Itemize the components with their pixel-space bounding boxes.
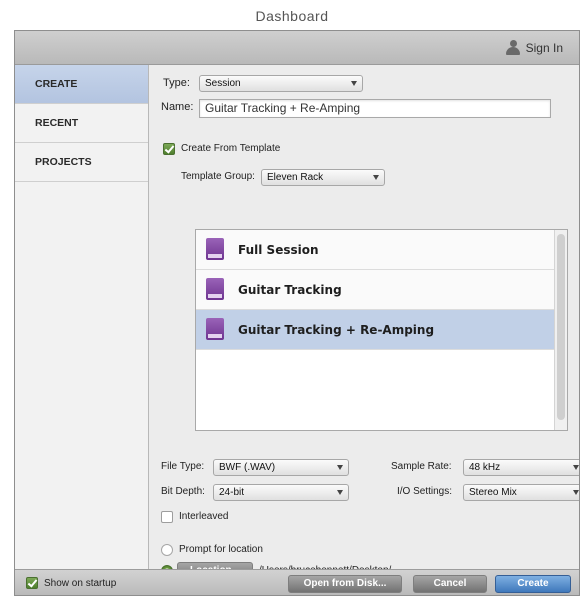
open-from-disk-button[interactable]: Open from Disk... bbox=[288, 575, 402, 593]
file-type-label: File Type: bbox=[161, 461, 205, 472]
sample-rate-select-value: 48 kHz bbox=[469, 462, 501, 473]
template-file-icon bbox=[206, 238, 224, 260]
interleaved-checkbox[interactable] bbox=[161, 511, 173, 523]
scrollbar-thumb[interactable] bbox=[557, 234, 565, 420]
top-bar: Sign In bbox=[15, 31, 579, 65]
chevron-down-icon bbox=[373, 175, 379, 180]
sample-rate-select[interactable]: 48 kHz bbox=[463, 459, 579, 476]
prompt-location-radio[interactable] bbox=[161, 544, 173, 556]
create-panel: Type: Session Name: Guitar Tracking + Re… bbox=[149, 65, 579, 580]
interleaved-label: Interleaved bbox=[179, 511, 229, 522]
bit-depth-select[interactable]: 24-bit bbox=[213, 484, 349, 501]
window-title: Dashboard bbox=[0, 0, 584, 30]
chevron-down-icon bbox=[573, 465, 579, 470]
show-on-startup-label: Show on startup bbox=[44, 578, 117, 589]
cancel-button[interactable]: Cancel bbox=[413, 575, 487, 593]
template-group-label: Template Group: bbox=[181, 171, 255, 182]
chevron-down-icon bbox=[337, 465, 343, 470]
template-list-scrollbar[interactable] bbox=[554, 230, 567, 430]
sign-in-label: Sign In bbox=[525, 40, 563, 55]
chevron-down-icon bbox=[573, 490, 579, 495]
sidebar: CREATE RECENT PROJECTS bbox=[15, 65, 149, 569]
type-label: Type: bbox=[163, 77, 190, 89]
template-item-selected[interactable]: Guitar Tracking + Re-Amping bbox=[196, 310, 554, 350]
name-field[interactable]: Guitar Tracking + Re-Amping bbox=[199, 99, 551, 118]
io-settings-select[interactable]: Stereo Mix bbox=[463, 484, 579, 501]
sidebar-item-recent[interactable]: RECENT bbox=[15, 104, 148, 143]
prompt-location-label: Prompt for location bbox=[179, 544, 263, 555]
type-select-value: Session bbox=[205, 78, 241, 89]
dashboard-window: Sign In CREATE RECENT PROJECTS Type: Ses… bbox=[14, 30, 580, 596]
bit-depth-label: Bit Depth: bbox=[161, 486, 205, 497]
io-settings-select-value: Stereo Mix bbox=[469, 487, 517, 498]
template-item[interactable]: Full Session bbox=[196, 230, 554, 270]
file-type-select[interactable]: BWF (.WAV) bbox=[213, 459, 349, 476]
template-group-select-value: Eleven Rack bbox=[267, 172, 324, 183]
create-from-template-checkbox[interactable] bbox=[163, 143, 175, 155]
sidebar-item-create[interactable]: CREATE bbox=[15, 65, 148, 104]
sample-rate-label: Sample Rate: bbox=[391, 461, 452, 472]
template-name: Full Session bbox=[238, 243, 319, 257]
type-select[interactable]: Session bbox=[199, 75, 363, 92]
create-from-template-label: Create From Template bbox=[181, 143, 281, 154]
template-name: Guitar Tracking + Re-Amping bbox=[238, 323, 435, 337]
template-group-select[interactable]: Eleven Rack bbox=[261, 169, 385, 186]
bottom-bar: Show on startup Open from Disk... Cancel… bbox=[15, 569, 579, 595]
template-name: Guitar Tracking bbox=[238, 283, 342, 297]
chevron-down-icon bbox=[337, 490, 343, 495]
show-on-startup-checkbox[interactable] bbox=[26, 577, 38, 589]
name-label: Name: bbox=[161, 101, 194, 113]
sign-in-button[interactable]: Sign In bbox=[505, 40, 563, 55]
template-file-icon bbox=[206, 318, 224, 340]
template-item[interactable]: Guitar Tracking bbox=[196, 270, 554, 310]
bit-depth-select-value: 24-bit bbox=[219, 487, 245, 498]
file-type-select-value: BWF (.WAV) bbox=[219, 462, 276, 473]
sidebar-item-projects[interactable]: PROJECTS bbox=[15, 143, 148, 182]
chevron-down-icon bbox=[351, 81, 357, 86]
create-button[interactable]: Create bbox=[495, 575, 571, 593]
template-list: Full Session Guitar Tracking Guitar Trac… bbox=[195, 229, 568, 431]
user-icon bbox=[505, 40, 520, 55]
template-file-icon bbox=[206, 278, 224, 300]
io-settings-label: I/O Settings: bbox=[397, 486, 453, 497]
